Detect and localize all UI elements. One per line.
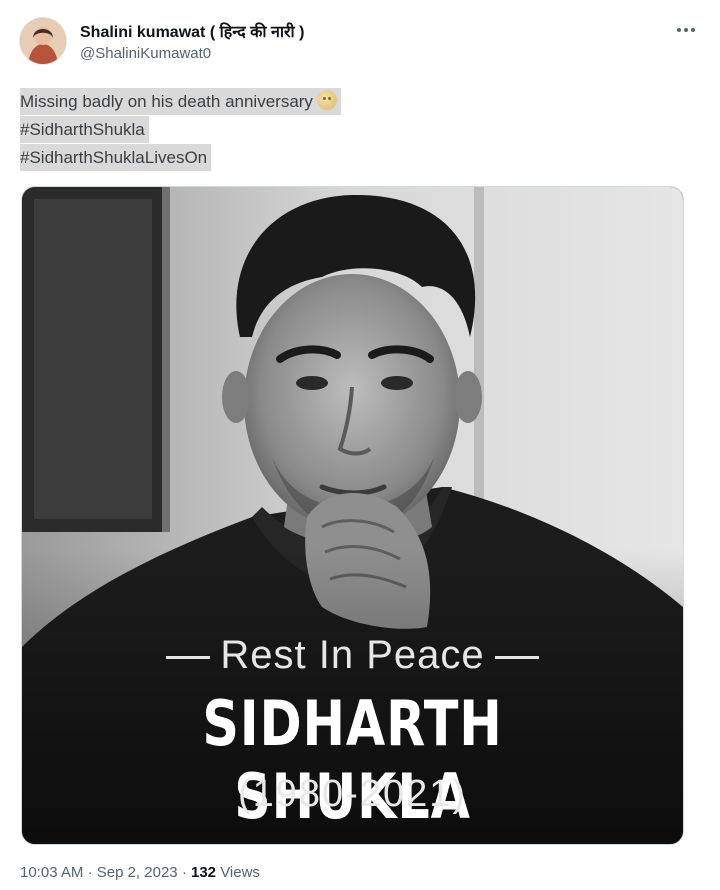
- views-label: Views: [220, 864, 260, 881]
- hashtag-sidharthshukla[interactable]: #SidharthShukla: [20, 116, 149, 143]
- dash-right: [494, 655, 539, 659]
- rest-label: Rest In Peace: [220, 633, 485, 677]
- more-horizontal-icon: [677, 28, 695, 32]
- tweet-text: Missing badly on his death anniversary #…: [20, 88, 700, 172]
- hashtag-sidharthshuklaliveson[interactable]: #SidharthShuklaLivesOn: [20, 144, 212, 171]
- author-name[interactable]: Shalini kumawat ( हिन्द की नारी ): [80, 20, 304, 42]
- tweet-image[interactable]: Rest In Peace SIDHARTH SHUKLA (1980-2021…: [21, 186, 684, 845]
- meta-separator: ·: [87, 864, 97, 881]
- more-button[interactable]: [670, 16, 702, 44]
- face-emoji-icon: [316, 90, 337, 110]
- tweet-meta: 10:03 AM · Sep 2, 2023 · 132 Views: [20, 864, 260, 881]
- tweet-date[interactable]: Sep 2, 2023: [97, 864, 178, 881]
- avatar-image: [20, 18, 66, 64]
- author-handle[interactable]: @ShaliniKumawat0: [80, 45, 211, 62]
- tweet-card: Shalini kumawat ( हिन्द की नारी ) @Shali…: [0, 0, 720, 890]
- dash-left: [166, 655, 211, 659]
- tweet-time[interactable]: 10:03 AM: [20, 864, 83, 881]
- meta-separator: ·: [181, 864, 191, 881]
- tweet-line-text: Missing badly on his death anniversary: [20, 92, 313, 111]
- rest-in-peace-text: Rest In Peace: [22, 633, 683, 678]
- memorial-years: (1980-2021): [237, 773, 468, 815]
- tweet-line: Missing badly on his death anniversary: [20, 88, 341, 115]
- views-count: 132: [190, 864, 217, 881]
- avatar[interactable]: [20, 18, 66, 64]
